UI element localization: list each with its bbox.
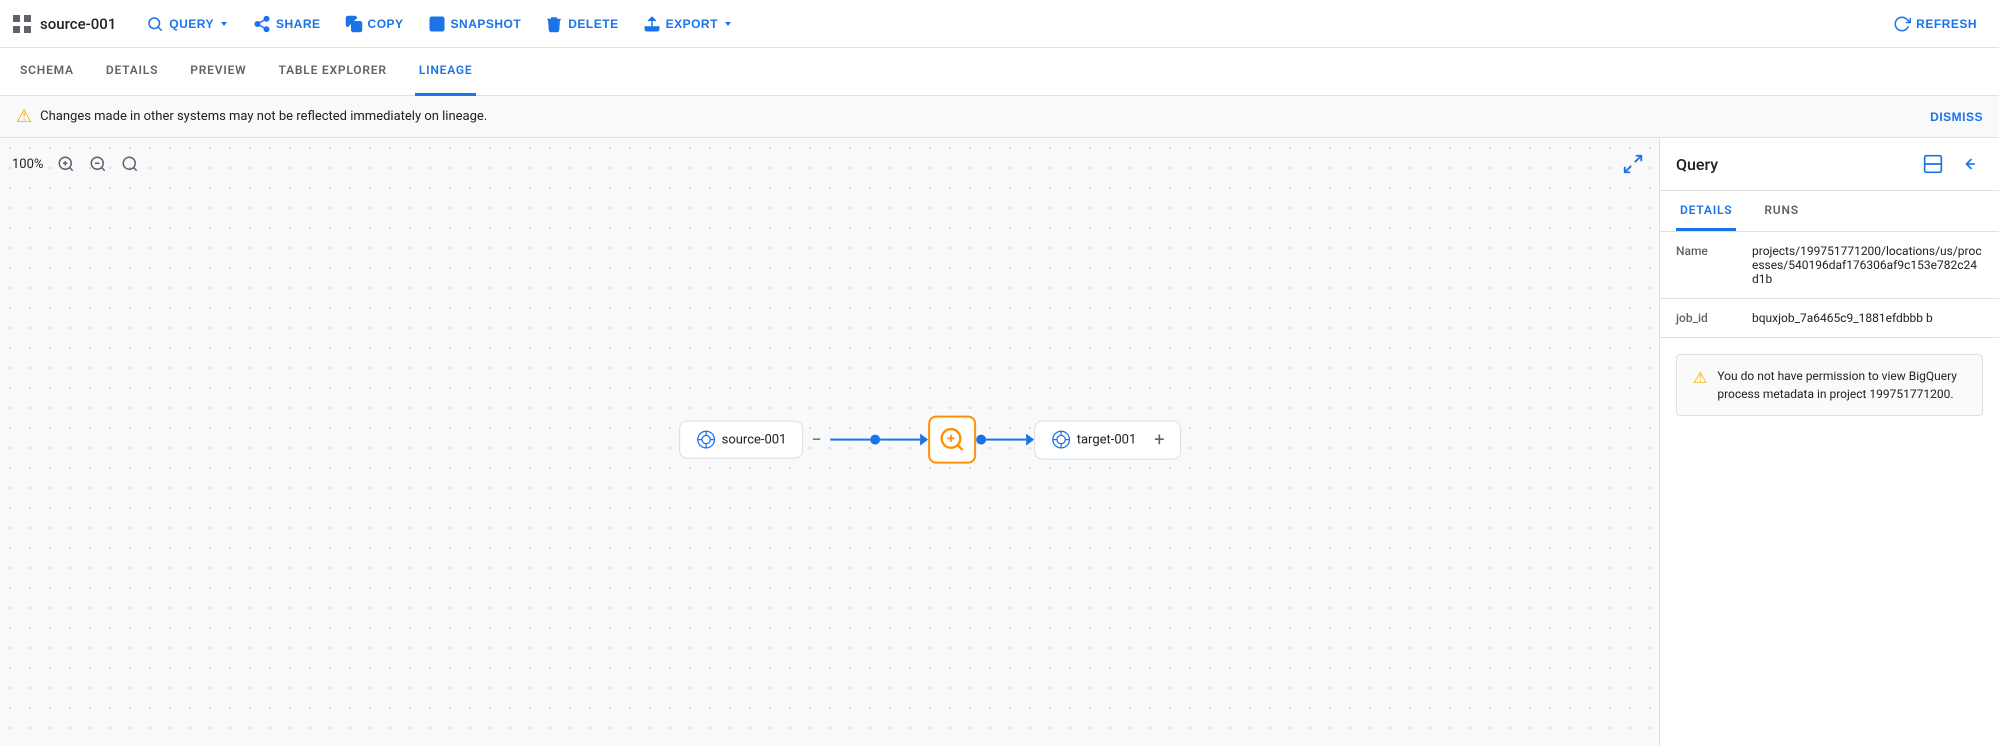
top-bar: source-001 QUERY SHARE COPY SNAPSHOT DEL… bbox=[0, 0, 1999, 48]
panel-content: Name projects/199751771200/locations/us/… bbox=[1660, 232, 1999, 746]
notification-bar: ⚠ Changes made in other systems may not … bbox=[0, 96, 1999, 138]
dot-right bbox=[976, 435, 986, 445]
tab-table-explorer[interactable]: TABLE EXPLORER bbox=[274, 48, 390, 96]
snapshot-button[interactable]: SNAPSHOT bbox=[418, 9, 532, 39]
refresh-button[interactable]: REFRESH bbox=[1883, 9, 1987, 39]
refresh-icon bbox=[1893, 15, 1911, 33]
layout-icon bbox=[1923, 154, 1943, 174]
line-left bbox=[830, 439, 870, 441]
export-arrow-icon bbox=[723, 19, 733, 29]
target-node-label: target-001 bbox=[1077, 432, 1137, 447]
zoom-controls: 100% bbox=[12, 150, 144, 178]
panel-header: Query bbox=[1660, 138, 1999, 191]
share-button[interactable]: SHARE bbox=[243, 9, 331, 39]
arrow-left bbox=[920, 434, 928, 446]
line-left2 bbox=[880, 439, 920, 441]
panel-title: Query bbox=[1676, 155, 1911, 174]
panel-tabs: DETAILS RUNS bbox=[1660, 191, 1999, 232]
title-text: source-001 bbox=[40, 15, 116, 33]
delete-button[interactable]: DELETE bbox=[535, 9, 628, 39]
detail-key-name: Name bbox=[1676, 244, 1736, 286]
zoom-in-button[interactable] bbox=[52, 150, 80, 178]
dismiss-button[interactable]: DISMISS bbox=[1930, 110, 1983, 124]
copy-button[interactable]: COPY bbox=[335, 9, 414, 39]
line-right bbox=[986, 439, 1026, 441]
share-icon bbox=[253, 15, 271, 33]
query-node-icon bbox=[938, 426, 966, 454]
tab-details[interactable]: DETAILS bbox=[102, 48, 162, 96]
zoom-reset-button[interactable] bbox=[116, 150, 144, 178]
notification-text: Changes made in other systems may not be… bbox=[40, 109, 1922, 124]
tab-bar: SCHEMA DETAILS PREVIEW TABLE EXPLORER LI… bbox=[0, 48, 1999, 96]
panel-tab-details[interactable]: DETAILS bbox=[1676, 191, 1736, 231]
detail-value-jobid: bquxjob_7a6465c9_1881efdbbb b bbox=[1752, 311, 1933, 325]
warning-box: ⚠ You do not have permission to view Big… bbox=[1676, 354, 1983, 416]
query-arrow-icon bbox=[219, 19, 229, 29]
canvas-area[interactable]: 100% bbox=[0, 138, 1659, 746]
warning-box-text: You do not have permission to view BigQu… bbox=[1717, 367, 1966, 403]
zoom-out-icon bbox=[89, 155, 107, 173]
connector-left: − bbox=[803, 429, 927, 450]
zoom-level: 100% bbox=[12, 157, 48, 172]
expand-node-button[interactable]: + bbox=[1154, 429, 1164, 450]
tab-schema[interactable]: SCHEMA bbox=[16, 48, 78, 96]
detail-row-jobid: job_id bquxjob_7a6465c9_1881efdbbb b bbox=[1660, 299, 1999, 338]
arrow-right bbox=[1026, 434, 1034, 446]
grid-icon bbox=[12, 14, 32, 34]
snapshot-icon bbox=[428, 15, 446, 33]
export-button[interactable]: EXPORT bbox=[633, 9, 743, 39]
export-icon bbox=[643, 15, 661, 33]
tab-lineage[interactable]: LINEAGE bbox=[415, 48, 477, 96]
lineage-diagram: source-001 − bbox=[679, 416, 1182, 464]
collapse-button[interactable]: − bbox=[811, 429, 821, 450]
warning-box-icon: ⚠ bbox=[1693, 368, 1707, 387]
right-panel: Query DETAILS RUNS bbox=[1659, 138, 1999, 746]
target-node-icon bbox=[1051, 430, 1071, 450]
tab-preview[interactable]: PREVIEW bbox=[186, 48, 250, 96]
detail-value-name: projects/199751771200/locations/us/proce… bbox=[1752, 244, 1983, 286]
panel-collapse-button[interactable] bbox=[1955, 150, 1983, 178]
delete-icon bbox=[545, 15, 563, 33]
detail-row-name: Name projects/199751771200/locations/us/… bbox=[1660, 232, 1999, 299]
page-title: source-001 bbox=[12, 14, 116, 34]
connector-right bbox=[976, 434, 1034, 446]
zoom-reset-icon bbox=[121, 155, 139, 173]
source-node-label: source-001 bbox=[722, 432, 787, 447]
query-button[interactable]: QUERY bbox=[136, 9, 239, 39]
collapse-panel-icon bbox=[1959, 154, 1979, 174]
warning-icon: ⚠ bbox=[16, 106, 32, 127]
copy-icon bbox=[345, 15, 363, 33]
expand-icon bbox=[1622, 153, 1644, 175]
panel-tab-runs[interactable]: RUNS bbox=[1760, 191, 1803, 231]
zoom-in-icon bbox=[57, 155, 75, 173]
detail-key-jobid: job_id bbox=[1676, 311, 1736, 325]
panel-layout-button[interactable] bbox=[1919, 150, 1947, 178]
table-search-icon bbox=[696, 430, 716, 450]
dot-left bbox=[870, 435, 880, 445]
target-table-icon bbox=[1051, 430, 1071, 450]
query-node[interactable] bbox=[928, 416, 976, 464]
source-node[interactable]: source-001 bbox=[679, 421, 804, 459]
main-area: 100% bbox=[0, 138, 1999, 746]
zoom-out-button[interactable] bbox=[84, 150, 112, 178]
target-node[interactable]: target-001 + bbox=[1034, 420, 1182, 459]
expand-canvas-button[interactable] bbox=[1619, 150, 1647, 178]
source-node-icon bbox=[696, 430, 716, 450]
